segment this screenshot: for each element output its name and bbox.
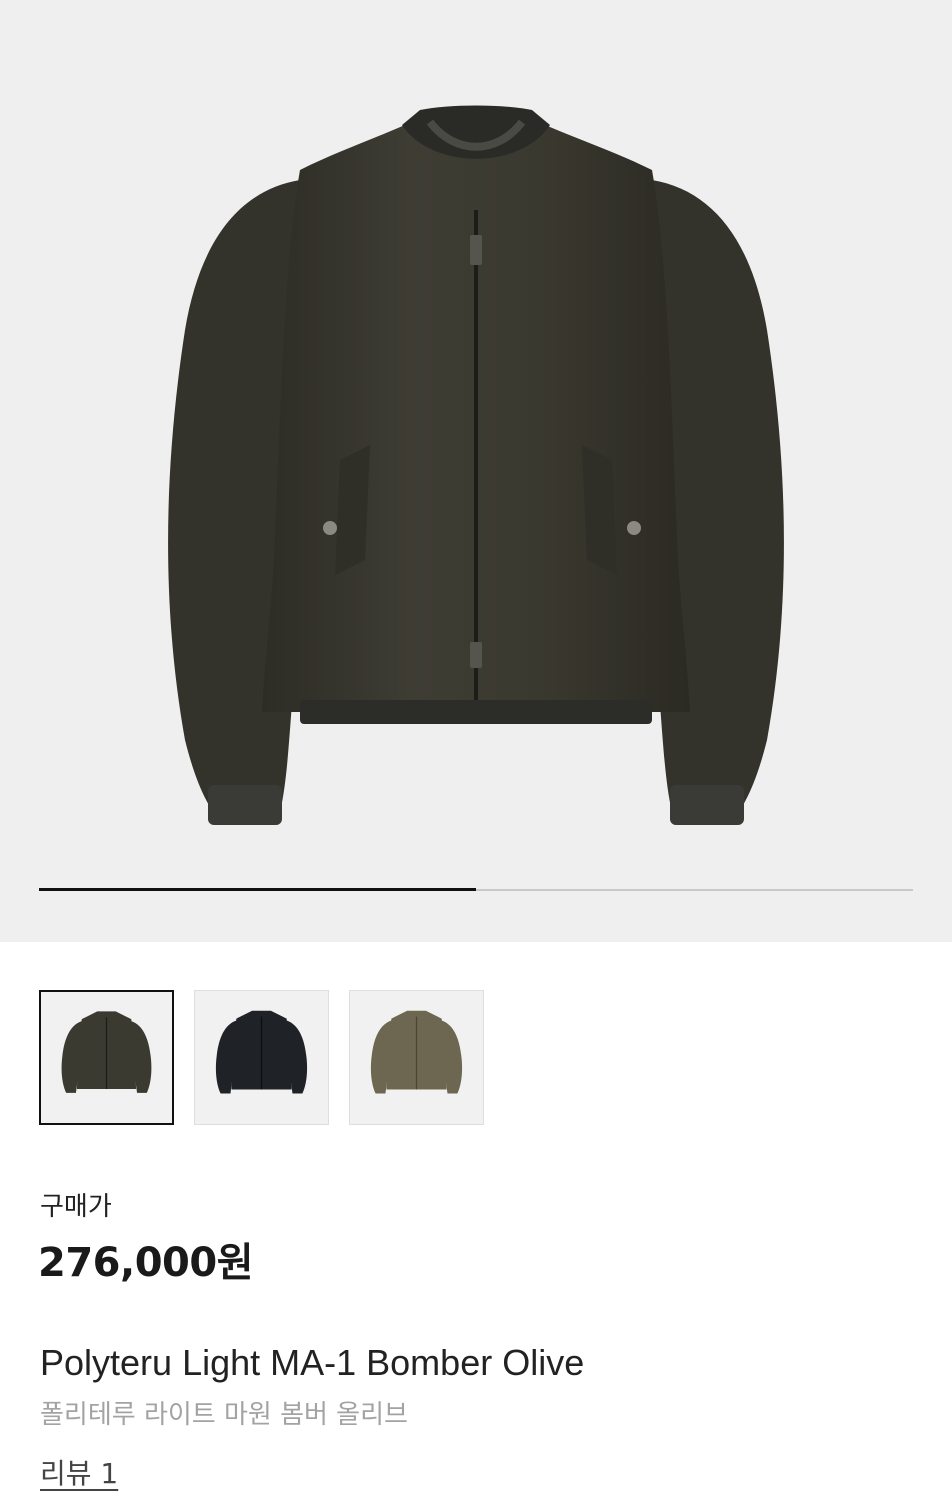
price-label: 구매가 [40, 1192, 112, 1222]
product-image-gallery[interactable] [0, 0, 952, 942]
product-main-image [168, 105, 784, 825]
gallery-progress-indicator [39, 888, 476, 891]
product-name-korean: 폴리테루 라이트 마원 봄버 올리브 [40, 1400, 408, 1430]
olive-jacket-thumbnail [61, 1011, 152, 1093]
black-jacket-thumbnail [215, 1010, 308, 1094]
product-price: 276,000원 [38, 1240, 254, 1286]
reviews-link[interactable]: 리뷰 1 [40, 1452, 118, 1492]
gallery-progress-bar [39, 888, 913, 891]
thumbnail-black[interactable] [194, 990, 329, 1125]
product-name-english: Polyteru Light MA-1 Bomber Olive [40, 1342, 585, 1383]
thumbnail-khaki[interactable] [349, 990, 484, 1125]
color-thumbnail-list [39, 990, 484, 1125]
thumbnail-olive[interactable] [39, 990, 174, 1125]
khaki-jacket-thumbnail [370, 1010, 463, 1094]
